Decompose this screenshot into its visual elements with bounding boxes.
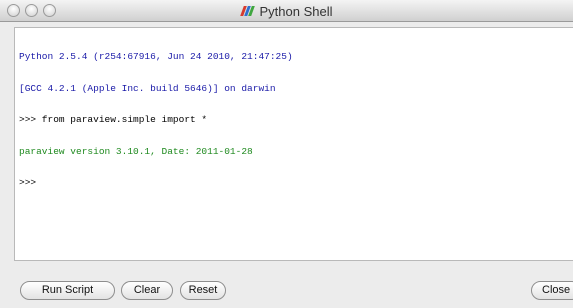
console-line: >>> from paraview.simple import *: [19, 114, 208, 125]
window-title: Python Shell: [259, 3, 333, 19]
console-prompt-line: >>>: [19, 177, 37, 188]
run-script-button[interactable]: Run Script: [20, 281, 115, 300]
console-line: [GCC 4.2.1 (Apple Inc. build 5646)] on d…: [19, 82, 276, 94]
window-title-group: Python Shell: [0, 0, 573, 22]
console-line: Python 2.5.4 (r254:67916, Jun 24 2010, 2…: [19, 51, 293, 62]
python-console-output[interactable]: Python 2.5.4 (r254:67916, Jun 24 2010, 2…: [14, 27, 573, 261]
paraview-logo-icon: [239, 6, 255, 16]
python-shell-window: Python Shell Python 2.5.4 (r254:67916, J…: [0, 0, 573, 308]
console-line: paraview version 3.10.1, Date: 2011-01-2…: [19, 145, 253, 157]
title-bar[interactable]: Python Shell: [0, 0, 573, 22]
reset-button[interactable]: Reset: [180, 281, 226, 300]
clear-button[interactable]: Clear: [121, 281, 173, 300]
close-button[interactable]: Close: [531, 281, 573, 300]
